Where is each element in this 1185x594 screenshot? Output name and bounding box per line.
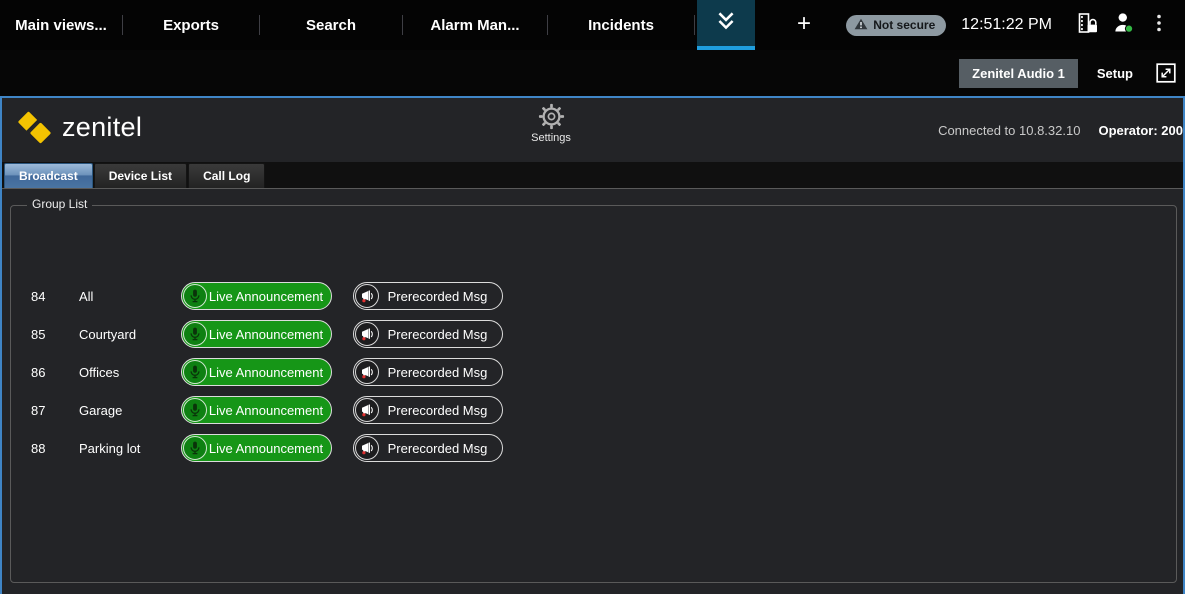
prerecorded-msg-label: Prerecorded Msg <box>379 403 501 418</box>
megaphone-icon <box>355 284 379 308</box>
panel-tab-strip: Broadcast Device List Call Log <box>2 162 1183 189</box>
group-id: 85 <box>31 327 79 342</box>
tab-alarm-manager[interactable]: Alarm Man... <box>403 0 547 50</box>
group-id: 87 <box>31 403 79 418</box>
microphone-icon <box>183 360 207 384</box>
top-bar-right: Not secure 12:51:22 PM <box>846 0 1185 50</box>
overflow-menu-icon <box>1148 12 1170 39</box>
prerecorded-msg-label: Prerecorded Msg <box>379 365 501 380</box>
zenitel-audio-view-button[interactable]: Zenitel Audio 1 <box>959 59 1078 88</box>
prerecorded-msg-label: Prerecorded Msg <box>379 441 501 456</box>
live-announcement-button[interactable]: Live Announcement <box>181 282 332 310</box>
double-chevron-down-icon <box>715 11 737 36</box>
prerecorded-msg-button[interactable]: Prerecorded Msg <box>353 434 503 462</box>
live-announcement-label: Live Announcement <box>207 365 330 380</box>
group-row: 85 Courtyard Live Announcement Prerecord… <box>31 320 503 348</box>
megaphone-icon <box>355 322 379 346</box>
group-name: Garage <box>79 403 181 418</box>
microphone-icon <box>183 284 207 308</box>
microphone-icon <box>183 436 207 460</box>
security-badge[interactable]: Not secure <box>846 15 946 36</box>
brand-name: zenitel <box>62 112 142 143</box>
prerecorded-msg-button[interactable]: Prerecorded Msg <box>353 320 503 348</box>
zenitel-panel: zenitel <box>0 96 1185 594</box>
live-announcement-button[interactable]: Live Announcement <box>181 434 332 462</box>
prerecorded-msg-button[interactable]: Prerecorded Msg <box>353 396 503 424</box>
live-announcement-button[interactable]: Live Announcement <box>181 358 332 386</box>
user-profile-button[interactable] <box>1105 7 1141 43</box>
group-id: 86 <box>31 365 79 380</box>
live-announcement-button[interactable]: Live Announcement <box>181 320 332 348</box>
settings-label: Settings <box>531 132 571 144</box>
group-name: All <box>79 289 181 304</box>
megaphone-icon <box>355 398 379 422</box>
live-announcement-button[interactable]: Live Announcement <box>181 396 332 424</box>
group-name: Courtyard <box>79 327 181 342</box>
broadcast-content: Group List 84 All Live Announcement Prer… <box>2 189 1183 592</box>
user-profile-icon <box>1112 11 1135 39</box>
plus-icon: + <box>797 10 811 38</box>
zenitel-brand: zenitel <box>16 109 142 146</box>
settings-button[interactable]: Settings <box>518 103 584 144</box>
megaphone-icon <box>355 436 379 460</box>
microphone-icon <box>183 398 207 422</box>
tab-main-views[interactable]: Main views... <box>0 0 122 50</box>
prerecorded-msg-label: Prerecorded Msg <box>379 289 501 304</box>
group-name: Offices <box>79 365 181 380</box>
evidence-lock-button[interactable] <box>1069 7 1105 43</box>
tab-call-log[interactable]: Call Log <box>188 163 265 188</box>
prerecorded-msg-label: Prerecorded Msg <box>379 327 501 342</box>
view-toolbar: Zenitel Audio 1 Setup <box>0 50 1185 96</box>
tab-device-list[interactable]: Device List <box>94 163 187 188</box>
microphone-icon <box>183 322 207 346</box>
zenitel-logo-icon <box>16 109 53 146</box>
tab-separator <box>694 15 695 35</box>
group-list-box: Group List 84 All Live Announcement Prer… <box>10 205 1177 583</box>
tab-exports[interactable]: Exports <box>123 0 259 50</box>
tab-search[interactable]: Search <box>260 0 402 50</box>
group-rows: 84 All Live Announcement Prerecorded Msg… <box>31 282 503 462</box>
group-id: 88 <box>31 441 79 456</box>
top-bar: Main views... Exports Search Alarm Man..… <box>0 0 1185 50</box>
operator-label: Operator: 200 <box>1098 123 1183 138</box>
group-row: 86 Offices Live Announcement Prerecorded… <box>31 358 503 386</box>
connection-status-area: Connected to 10.8.32.10 Operator: 200 <box>938 123 1183 138</box>
group-id: 84 <box>31 289 79 304</box>
gear-icon <box>538 103 565 130</box>
live-announcement-label: Live Announcement <box>207 327 330 342</box>
clock: 12:51:22 PM <box>961 16 1052 34</box>
diagonal-resize-icon[interactable] <box>1156 63 1176 83</box>
evidence-lock-icon <box>1075 11 1099 40</box>
tab-more-selected[interactable] <box>697 0 755 50</box>
setup-toggle[interactable]: Setup <box>1097 66 1133 81</box>
panel-header: zenitel <box>2 98 1183 162</box>
prerecorded-msg-button[interactable]: Prerecorded Msg <box>353 358 503 386</box>
new-tab-button[interactable]: + <box>777 0 831 50</box>
connection-status: Connected to 10.8.32.10 <box>938 123 1080 138</box>
group-row: 84 All Live Announcement Prerecorded Msg <box>31 282 503 310</box>
group-name: Parking lot <box>79 441 181 456</box>
live-announcement-label: Live Announcement <box>207 403 330 418</box>
megaphone-icon <box>355 360 379 384</box>
tab-incidents[interactable]: Incidents <box>548 0 694 50</box>
warning-triangle-icon <box>854 18 868 33</box>
group-row: 87 Garage Live Announcement Prerecorded … <box>31 396 503 424</box>
overflow-menu-button[interactable] <box>1141 7 1177 43</box>
security-badge-label: Not secure <box>873 18 935 32</box>
group-list-title: Group List <box>27 197 92 211</box>
group-row: 88 Parking lot Live Announcement Prereco… <box>31 434 503 462</box>
live-announcement-label: Live Announcement <box>207 441 330 456</box>
tab-broadcast[interactable]: Broadcast <box>4 163 93 188</box>
prerecorded-msg-button[interactable]: Prerecorded Msg <box>353 282 503 310</box>
live-announcement-label: Live Announcement <box>207 289 330 304</box>
